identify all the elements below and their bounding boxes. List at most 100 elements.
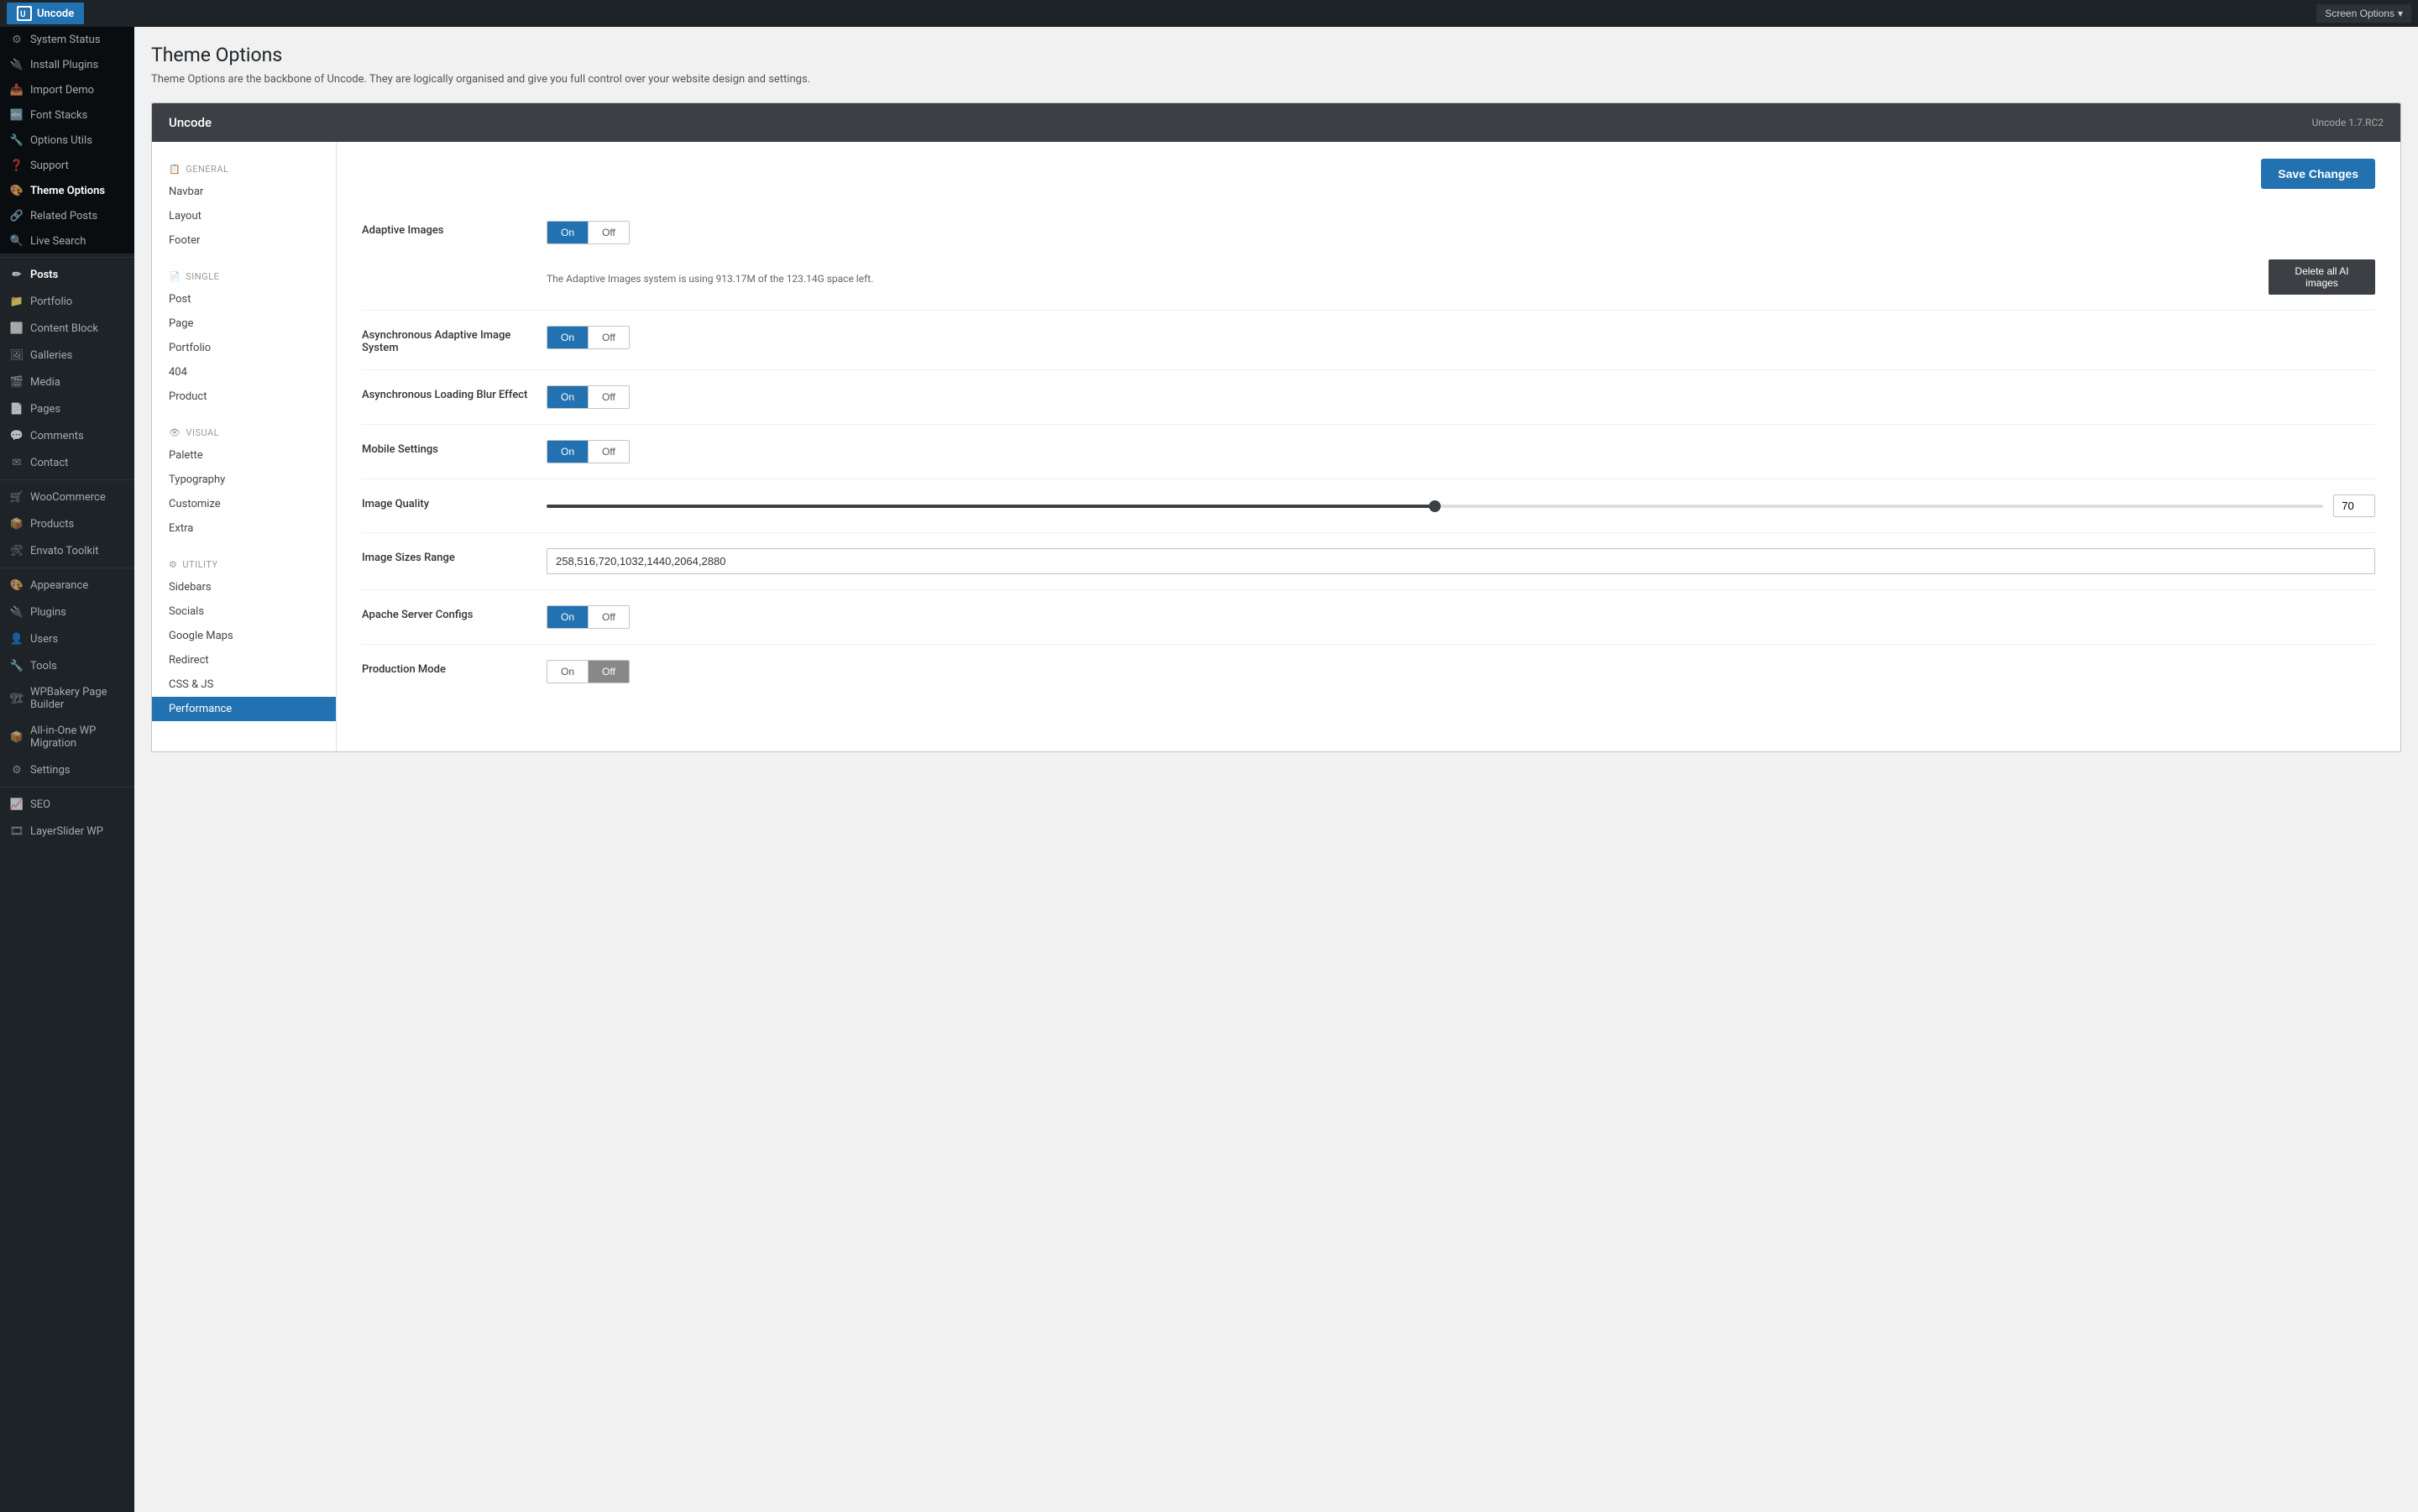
- sidebar-item-media[interactable]: 🎬 Media: [0, 369, 134, 395]
- async-blur-control: On Off: [547, 385, 2375, 409]
- sidebar-item-settings[interactable]: ⚙ Settings: [0, 756, 134, 783]
- sidebar-item-contact[interactable]: ✉ Contact: [0, 449, 134, 476]
- sidebar-item-galleries[interactable]: 🖼 Galleries: [0, 342, 134, 369]
- production-mode-off-btn[interactable]: Off: [589, 661, 629, 683]
- sidebar-item-font-stacks[interactable]: 🔤 Font Stacks: [0, 102, 134, 128]
- sidebar-item-options-utils[interactable]: 🔧 Options Utils: [0, 128, 134, 153]
- sidebar-item-related-posts[interactable]: 🔗 Related Posts: [0, 203, 134, 228]
- sidebar-item-support[interactable]: ❓ Support: [0, 153, 134, 178]
- sidebar-item-all-in-one[interactable]: 📦 All-in-One WP Migration: [0, 718, 134, 756]
- image-quality-control: [547, 494, 2375, 517]
- nav-item-customize[interactable]: Customize: [152, 492, 336, 516]
- contact-icon: ✉: [10, 456, 24, 469]
- image-quality-slider-container: [547, 494, 2375, 517]
- nav-item-sidebars[interactable]: Sidebars: [152, 575, 336, 599]
- async-blur-off-btn[interactable]: Off: [589, 386, 629, 408]
- mobile-settings-label: Mobile Settings: [362, 440, 547, 456]
- sidebar-item-users[interactable]: 👤 Users: [0, 625, 134, 652]
- nav-item-footer[interactable]: Footer: [152, 228, 336, 253]
- nav-item-typography[interactable]: Typography: [152, 468, 336, 492]
- mobile-settings-control: On Off: [547, 440, 2375, 463]
- production-mode-on-btn[interactable]: On: [547, 661, 589, 683]
- sidebar-item-label: Options Utils: [30, 134, 92, 147]
- sidebar-item-system-status[interactable]: ⚙ System Status: [0, 27, 134, 52]
- production-mode-toggle: On Off: [547, 660, 630, 683]
- sidebar-item-live-search[interactable]: 🔍 Live Search: [0, 228, 134, 254]
- content-block-icon: ⬜: [10, 322, 24, 335]
- nav-item-redirect[interactable]: Redirect: [152, 648, 336, 672]
- woocommerce-icon: 🛒: [10, 490, 24, 504]
- production-mode-control: On Off: [547, 660, 2375, 683]
- image-quality-slider-track[interactable]: [547, 505, 2323, 508]
- async-blur-toggle: On Off: [547, 385, 630, 409]
- setting-image-quality: Image Quality: [362, 479, 2375, 533]
- comments-icon: 💬: [10, 429, 24, 442]
- sidebar-item-posts[interactable]: ✏ Posts: [0, 261, 134, 288]
- sidebar-item-content-block[interactable]: ⬜ Content Block: [0, 315, 134, 342]
- nav-item-portfolio[interactable]: Portfolio: [152, 336, 336, 360]
- sidebar-item-woocommerce[interactable]: 🛒 WooCommerce: [0, 484, 134, 510]
- nav-item-layout[interactable]: Layout: [152, 204, 336, 228]
- adaptive-images-off-btn[interactable]: Off: [589, 222, 629, 243]
- nav-item-socials[interactable]: Socials: [152, 599, 336, 624]
- sidebar-item-tools[interactable]: 🔧 Tools: [0, 652, 134, 679]
- pages-icon: 📄: [10, 402, 24, 416]
- sidebar-item-label: Media: [30, 376, 60, 389]
- async-adaptive-off-btn[interactable]: Off: [589, 327, 629, 348]
- import-demo-icon: 📥: [10, 83, 24, 97]
- sidebar-item-portfolio[interactable]: 📁 Portfolio: [0, 288, 134, 315]
- general-section-icon: 📋: [169, 164, 181, 175]
- setting-mobile: Mobile Settings On Off: [362, 425, 2375, 479]
- plugins-icon: 🔌: [10, 605, 24, 619]
- async-blur-on-btn[interactable]: On: [547, 386, 589, 408]
- sidebar-item-layerslider[interactable]: 🎞 LayerSlider WP: [0, 818, 134, 845]
- apache-toggle: On Off: [547, 605, 630, 629]
- sidebar-item-label: Install Plugins: [30, 59, 98, 71]
- users-icon: 👤: [10, 632, 24, 646]
- image-quality-value-input[interactable]: [2333, 494, 2375, 517]
- apache-label: Apache Server Configs: [362, 605, 547, 621]
- mobile-settings-off-btn[interactable]: Off: [589, 441, 629, 463]
- storage-info-text: The Adaptive Images system is using 913.…: [547, 273, 2255, 285]
- nav-item-palette[interactable]: Palette: [152, 443, 336, 468]
- apache-off-btn[interactable]: Off: [589, 606, 629, 628]
- sidebar-item-plugins[interactable]: 🔌 Plugins: [0, 599, 134, 625]
- nav-item-performance[interactable]: Performance: [152, 697, 336, 721]
- sidebar-item-appearance[interactable]: 🎨 Appearance: [0, 572, 134, 599]
- async-adaptive-on-btn[interactable]: On: [547, 327, 589, 348]
- sidebar: ⚙ System Status 🔌 Install Plugins 📥 Impo…: [0, 27, 134, 1512]
- nav-item-navbar[interactable]: Navbar: [152, 180, 336, 204]
- adaptive-images-control: On Off The Adaptive Images system is usi…: [547, 221, 2375, 295]
- sidebar-item-import-demo[interactable]: 📥 Import Demo: [0, 77, 134, 102]
- sidebar-item-label: Theme Options: [30, 185, 105, 197]
- sidebar-item-seo[interactable]: 📈 SEO: [0, 791, 134, 818]
- nav-item-404[interactable]: 404: [152, 360, 336, 385]
- image-sizes-input[interactable]: [547, 548, 2375, 574]
- nav-item-product[interactable]: Product: [152, 385, 336, 409]
- sidebar-item-products[interactable]: 📦 Products: [0, 510, 134, 537]
- sidebar-item-pages[interactable]: 📄 Pages: [0, 395, 134, 422]
- nav-item-extra[interactable]: Extra: [152, 516, 336, 541]
- appearance-icon: 🎨: [10, 578, 24, 592]
- theme-options-icon: 🎨: [10, 184, 24, 197]
- sidebar-item-comments[interactable]: 💬 Comments: [0, 422, 134, 449]
- apache-on-btn[interactable]: On: [547, 606, 589, 628]
- nav-item-google-maps[interactable]: Google Maps: [152, 624, 336, 648]
- main-content: Theme Options Theme Options are the back…: [134, 27, 2418, 1512]
- nav-item-page[interactable]: Page: [152, 311, 336, 336]
- nav-item-css-js[interactable]: CSS & JS: [152, 672, 336, 697]
- image-quality-slider-thumb[interactable]: [1429, 500, 1441, 512]
- sidebar-item-wpbakery[interactable]: 🏗 WPBakery Page Builder: [0, 679, 134, 718]
- setting-production-mode: Production Mode On Off: [362, 645, 2375, 698]
- adaptive-images-on-btn[interactable]: On: [547, 222, 589, 243]
- delete-ai-images-button[interactable]: Delete all AI images: [2269, 259, 2375, 295]
- save-changes-button[interactable]: Save Changes: [2261, 159, 2375, 189]
- screen-options-button[interactable]: Screen Options ▾: [2316, 4, 2411, 23]
- sidebar-item-install-plugins[interactable]: 🔌 Install Plugins: [0, 52, 134, 77]
- sidebar-item-label: Products: [30, 518, 74, 531]
- sidebar-item-envato-toolkit[interactable]: 🛠 Envato Toolkit: [0, 537, 134, 564]
- sidebar-item-theme-options[interactable]: 🎨 Theme Options: [0, 178, 134, 203]
- async-blur-label: Asynchronous Loading Blur Effect: [362, 385, 547, 401]
- mobile-settings-on-btn[interactable]: On: [547, 441, 589, 463]
- nav-item-post[interactable]: Post: [152, 287, 336, 311]
